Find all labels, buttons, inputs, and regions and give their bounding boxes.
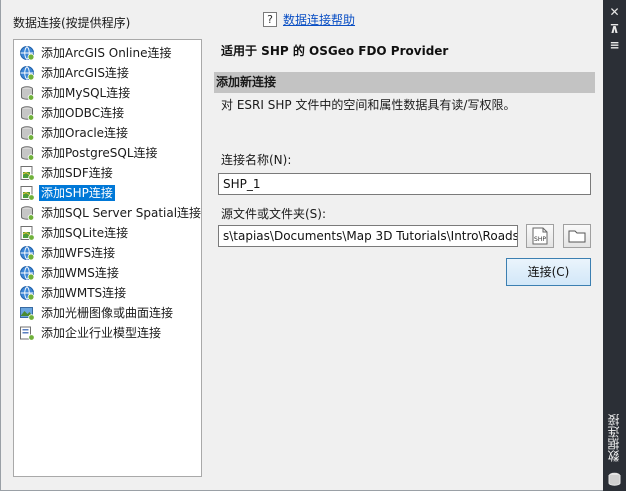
globe-icon <box>20 266 35 281</box>
file-map-icon <box>20 226 35 241</box>
database-icon <box>21 106 35 121</box>
source-file-label: 源文件或文件夹(S): <box>221 207 327 221</box>
provider-item[interactable]: 添加SQL Server Spatial连接 <box>19 204 203 222</box>
globe-icon <box>20 66 35 81</box>
data-connect-palette: 数据连接(按提供程序) ? 数据连接帮助 添加ArcGIS Online连接 添加… <box>0 0 603 491</box>
panel-label: 数据连接(按提供程序) <box>13 16 131 30</box>
globe-icon <box>20 246 35 261</box>
help-link[interactable]: 数据连接帮助 <box>283 11 355 28</box>
provider-item-label: 添加SQL Server Spatial连接 <box>41 206 202 220</box>
provider-item-label: 添加光栅图像或曲面连接 <box>41 306 174 320</box>
provider-item-label: 添加WMTS连接 <box>41 286 127 300</box>
folder-icon <box>568 230 586 243</box>
provider-item[interactable]: 添加SDF连接 <box>19 164 115 182</box>
provider-item[interactable]: 添加Oracle连接 <box>19 124 130 142</box>
provider-item-label: 添加ArcGIS Online连接 <box>41 46 172 60</box>
provider-item[interactable]: 添加SQLite连接 <box>19 224 130 242</box>
section-header: 添加新连接 <box>214 72 595 93</box>
database-icon <box>608 472 621 486</box>
shp-file-icon: SHP <box>532 227 548 245</box>
source-file-input[interactable]: s\tapias\Documents\Map 3D Tutorials\Intr… <box>218 225 518 247</box>
provider-item[interactable]: 添加SHP连接 <box>19 184 115 202</box>
file-map-icon <box>20 186 35 201</box>
database-icon <box>21 146 35 161</box>
database-icon <box>21 206 35 221</box>
palette-title-strip: ✕ ⊼ ≡ 数据连接 <box>603 0 626 491</box>
raster-icon <box>20 307 35 321</box>
shp-icon-text: SHP <box>534 236 546 243</box>
provider-item-label: 添加SQLite连接 <box>41 226 129 240</box>
connection-name-input[interactable]: SHP_1 <box>218 173 591 195</box>
provider-item[interactable]: 添加WMTS连接 <box>19 284 128 302</box>
connect-button[interactable]: 连接(C) <box>506 258 591 286</box>
globe-icon <box>20 46 35 61</box>
provider-title: 适用于 SHP 的 OSGeo FDO Provider <box>221 44 449 58</box>
provider-list[interactable]: 添加ArcGIS Online连接 添加ArcGIS连接 添加MySQL连接 添加OD… <box>13 39 202 477</box>
file-map-icon <box>20 166 35 181</box>
provider-item[interactable]: 添加光栅图像或曲面连接 <box>19 304 175 322</box>
browse-folder-button[interactable] <box>563 224 591 248</box>
help-row: ? 数据连接帮助 <box>263 11 355 28</box>
properties-menu-icon[interactable]: ≡ <box>607 38 622 52</box>
provider-item[interactable]: 添加ODBC连接 <box>19 104 126 122</box>
provider-item-label: 添加SHP连接 <box>39 185 115 201</box>
connection-name-label: 连接名称(N): <box>221 153 292 167</box>
database-icon <box>21 86 35 101</box>
palette-tab-label[interactable]: 数据连接 <box>605 408 624 468</box>
model-icon <box>20 326 35 341</box>
provider-item-label: 添加Oracle连接 <box>41 126 129 140</box>
provider-item-label: 添加ODBC连接 <box>41 106 125 120</box>
provider-item[interactable]: 添加ArcGIS连接 <box>19 64 131 82</box>
auto-hide-icon[interactable]: ⊼ <box>607 22 622 36</box>
provider-item[interactable]: 添加PostgreSQL连接 <box>19 144 160 162</box>
provider-item-label: 添加PostgreSQL连接 <box>41 146 158 160</box>
close-icon[interactable]: ✕ <box>607 5 622 19</box>
provider-description: 对 ESRI SHP 文件中的空间和属性数据具有读/写权限。 <box>221 98 516 112</box>
provider-item-label: 添加SDF连接 <box>41 166 113 180</box>
provider-item-label: 添加企业行业模型连接 <box>41 326 162 340</box>
browse-shp-button[interactable]: SHP <box>526 224 554 248</box>
help-icon[interactable]: ? <box>263 12 277 27</box>
provider-item[interactable]: 添加WFS连接 <box>19 244 117 262</box>
provider-item-label: 添加ArcGIS连接 <box>41 66 129 80</box>
provider-item[interactable]: 添加WMS连接 <box>19 264 121 282</box>
provider-item[interactable]: 添加MySQL连接 <box>19 84 132 102</box>
provider-item[interactable]: 添加ArcGIS Online连接 <box>19 44 173 62</box>
globe-icon <box>20 286 35 301</box>
provider-item[interactable]: 添加企业行业模型连接 <box>19 324 163 342</box>
provider-item-label: 添加WFS连接 <box>41 246 116 260</box>
provider-item-label: 添加MySQL连接 <box>41 86 131 100</box>
provider-item-label: 添加WMS连接 <box>41 266 119 280</box>
database-icon <box>21 126 35 141</box>
